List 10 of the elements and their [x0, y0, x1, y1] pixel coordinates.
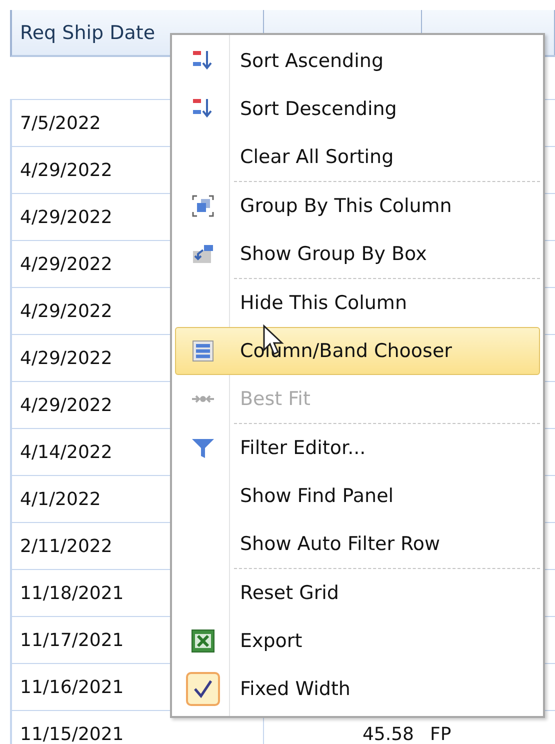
- table-cell-text: 45.58: [361, 722, 415, 744]
- menu-item[interactable]: Column/Band Chooser: [175, 327, 540, 375]
- menu-item[interactable]: Sort Ascending: [175, 37, 540, 85]
- group-columns-icon: [191, 194, 215, 218]
- group-box-icon: [191, 242, 215, 266]
- column-header[interactable]: Req Ship Date: [20, 22, 156, 44]
- filter-icon: [191, 436, 215, 460]
- table-cell-text: FP: [429, 722, 452, 744]
- spreadsheet-icon: [191, 629, 215, 653]
- column-chooser-icon: [191, 339, 215, 363]
